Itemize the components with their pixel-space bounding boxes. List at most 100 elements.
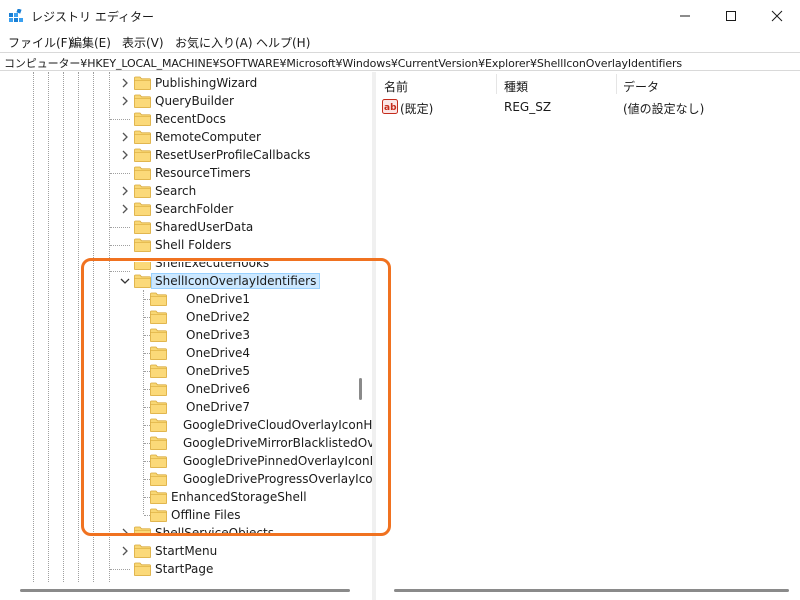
folder-icon [150,382,167,396]
tree-item[interactable]: PublishingWizard [0,74,360,92]
chevron-right-icon[interactable] [120,185,130,197]
tree-item-label: PublishingWizard [155,76,258,90]
tree-item[interactable]: StartMenu [0,542,360,560]
tree-item-label: GoogleDriveMirrorBlacklistedOv [183,436,372,450]
tree-item[interactable]: RecentDocs [0,110,360,128]
string-value-icon: ab [382,99,398,114]
column-name[interactable]: 名前 [384,78,408,95]
value-name: (既定) [400,102,434,116]
tree-item-label: RemoteComputer [155,130,261,144]
value-list-pane[interactable]: 名前 種類 データ ab (既定) REG_SZ (値の設定なし) [376,72,800,600]
tree-item[interactable]: OneDrive5 [0,362,360,380]
folder-icon [150,346,167,360]
tree-item[interactable]: GoogleDrivePinnedOverlayIconH [0,452,372,470]
folder-icon [150,400,167,414]
tree-item[interactable]: OneDrive6 [0,380,360,398]
folder-icon [150,328,167,342]
folder-icon [134,262,151,270]
tree-item-label: SharedUserData [155,220,254,234]
address-bar[interactable]: コンピューター¥HKEY_LOCAL_MACHINE¥SOFTWARE¥Micr… [0,52,800,71]
tree-item[interactable]: SharedUserData [0,218,360,236]
maximize-button[interactable] [708,0,754,32]
column-type[interactable]: 種類 [504,78,528,95]
tree-item-label: GoogleDrivePinnedOverlayIconH [183,454,372,468]
folder-icon [150,454,167,468]
tree-item[interactable]: OneDrive7 [0,398,360,416]
tree-item[interactable]: OneDrive1 [0,290,360,308]
tree-item[interactable]: OneDrive3 [0,326,360,344]
tree-item[interactable]: QueryBuilder [0,92,360,110]
tree-connector [110,173,130,174]
folder-icon [134,544,151,558]
registry-editor-icon [9,9,23,22]
tree-item[interactable]: ShellServiceObjects [0,524,360,533]
maximize-icon [726,11,736,21]
tree-item[interactable]: OneDrive4 [0,344,360,362]
close-button[interactable] [754,0,800,32]
tree-item[interactable]: ResetUserProfileCallbacks [0,146,360,164]
tree-connector [110,227,130,228]
tree-item-label: Shell Folders [155,238,232,252]
folder-icon [150,436,167,450]
tree-item[interactable]: GoogleDriveCloudOverlayIconH [0,416,372,434]
chevron-down-icon[interactable] [120,275,130,287]
list-horizontal-scrollbar[interactable] [376,582,800,600]
folder-icon [150,490,167,504]
tree-item[interactable]: ShellIconOverlayIdentifiers [0,272,360,290]
menu-help[interactable]: ヘルプ(H) [256,34,310,51]
chevron-right-icon[interactable] [120,545,130,557]
chevron-right-icon[interactable] [120,527,130,533]
tree-item-label: Offline Files [171,508,241,522]
column-divider[interactable] [496,74,497,94]
tree-item-label: ResetUserProfileCallbacks [155,148,311,162]
tree-vertical-scrollbar[interactable] [359,378,362,400]
key-tree-pane[interactable]: PublishingWizard QueryBuilder RecentDocs Re… [0,72,372,600]
tree-item[interactable]: OneDrive2 [0,308,360,326]
tree-item-label: OneDrive4 [186,346,251,360]
tree-item-label: ShellExecuteHooks [155,262,270,270]
menu-edit[interactable]: 編集(E) [70,34,111,51]
tree-item[interactable]: ShellExecuteHooks [0,262,360,272]
menu-file[interactable]: ファイル(F) [8,34,72,51]
tree-item-label: OneDrive2 [186,310,251,324]
chevron-right-icon[interactable] [120,149,130,161]
tree-item[interactable]: Shell Folders [0,236,360,254]
tree-item[interactable]: GoogleDriveMirrorBlacklistedOv [0,434,372,452]
chevron-right-icon[interactable] [120,77,130,89]
scrollbar-thumb[interactable] [394,589,789,592]
column-divider[interactable] [616,74,617,94]
tree-item[interactable]: GoogleDriveProgressOverlayIcor [0,470,372,488]
menu-view[interactable]: 表示(V) [122,34,164,51]
tree-connector [110,119,130,120]
folder-icon [134,562,151,576]
tree-item-label: ShellIconOverlayIdentifiers [150,273,321,289]
chevron-right-icon[interactable] [120,95,130,107]
scrollbar-thumb[interactable] [20,589,350,592]
tree-item[interactable]: Offline Files [0,506,360,524]
tree-item[interactable]: Search [0,182,360,200]
minimize-icon [680,15,690,17]
tree-horizontal-scrollbar[interactable] [0,582,372,600]
tree-item[interactable]: ResourceTimers [0,164,360,182]
tree-item-label: StartMenu [155,544,218,558]
folder-icon [150,364,167,378]
chevron-right-icon[interactable] [120,203,130,215]
svg-text:ab: ab [384,103,397,113]
column-data[interactable]: データ [623,78,659,95]
list-row[interactable]: ab (既定) REG_SZ (値の設定なし) [376,98,800,116]
tree-item[interactable]: SearchFolder [0,200,360,218]
menu-favorites[interactable]: お気に入り(A) [175,34,253,51]
folder-icon [134,112,151,126]
folder-icon [150,472,167,486]
list-header: 名前 種類 データ [376,72,800,96]
tree-item-label: QueryBuilder [155,94,234,108]
tree-item[interactable]: EnhancedStorageShell [0,488,360,506]
tree-item[interactable]: RemoteComputer [0,128,360,146]
tree-item-label: ResourceTimers [155,166,251,180]
chevron-right-icon[interactable] [120,131,130,143]
tree-item[interactable]: StartPage [0,560,360,578]
address-path[interactable]: コンピューター¥HKEY_LOCAL_MACHINE¥SOFTWARE¥Micr… [4,55,682,71]
minimize-button[interactable] [662,0,708,32]
folder-icon [134,274,151,288]
folder-icon [134,220,151,234]
